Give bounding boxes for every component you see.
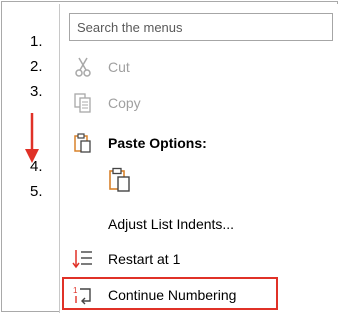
copy-icon bbox=[74, 93, 91, 113]
menu-item-adjust-list-indents[interactable]: Adjust List Indents... bbox=[60, 209, 341, 239]
restart-numbering-icon bbox=[72, 250, 92, 269]
screenshot-frame: 1. 2. 3. 4. 5. Cut bbox=[1, 1, 340, 313]
keep-text-only-paste-icon[interactable] bbox=[108, 167, 132, 193]
list-number: 2. bbox=[30, 58, 43, 75]
context-menu: Cut Copy Paste Options: bbox=[59, 4, 340, 313]
list-number: 1. bbox=[30, 33, 43, 50]
scissors-icon bbox=[75, 57, 91, 77]
search-menus-input[interactable] bbox=[70, 14, 332, 40]
menu-item-label: Copy bbox=[108, 95, 141, 111]
search-box[interactable] bbox=[69, 13, 333, 41]
menu-item-label: Restart at 1 bbox=[108, 251, 181, 267]
menu-item-cut[interactable]: Cut bbox=[60, 52, 341, 82]
list-number: 5. bbox=[30, 183, 43, 200]
red-highlight-box bbox=[62, 277, 278, 310]
list-number: 3. bbox=[30, 83, 43, 100]
red-arrow-down-icon bbox=[25, 113, 39, 163]
menu-item-restart-at-1[interactable]: Restart at 1 bbox=[60, 244, 341, 274]
menu-item-label: Cut bbox=[108, 59, 130, 75]
menu-item-label: Paste Options: bbox=[108, 135, 207, 151]
clipboard-icon bbox=[74, 133, 91, 153]
paste-options-heading: Paste Options: bbox=[60, 128, 341, 158]
menu-item-copy[interactable]: Copy bbox=[60, 88, 341, 118]
menu-item-label: Adjust List Indents... bbox=[108, 216, 235, 232]
